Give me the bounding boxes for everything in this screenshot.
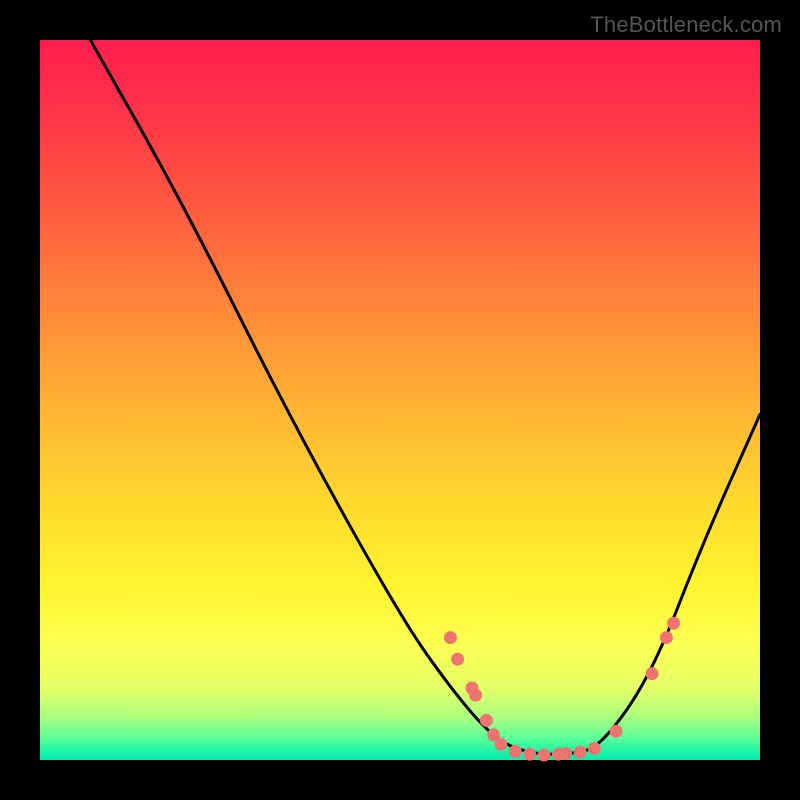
data-marker (523, 748, 536, 761)
data-marker (451, 653, 464, 666)
data-marker (538, 749, 551, 762)
data-marker (646, 667, 659, 680)
data-marker (559, 747, 572, 760)
data-marker (660, 631, 673, 644)
data-marker (588, 742, 601, 755)
data-marker (494, 738, 507, 751)
source-watermark: TheBottleneck.com (590, 12, 782, 38)
data-marker (574, 746, 587, 759)
data-marker (509, 745, 522, 758)
chart-container: TheBottleneck.com (0, 0, 800, 800)
marker-group (444, 617, 680, 762)
data-marker (610, 725, 623, 738)
data-marker (469, 689, 482, 702)
curve-svg (40, 40, 760, 760)
data-marker (480, 714, 493, 727)
bottleneck-curve (90, 40, 760, 754)
plot-area (40, 40, 760, 760)
data-marker (667, 617, 680, 630)
data-marker (444, 631, 457, 644)
